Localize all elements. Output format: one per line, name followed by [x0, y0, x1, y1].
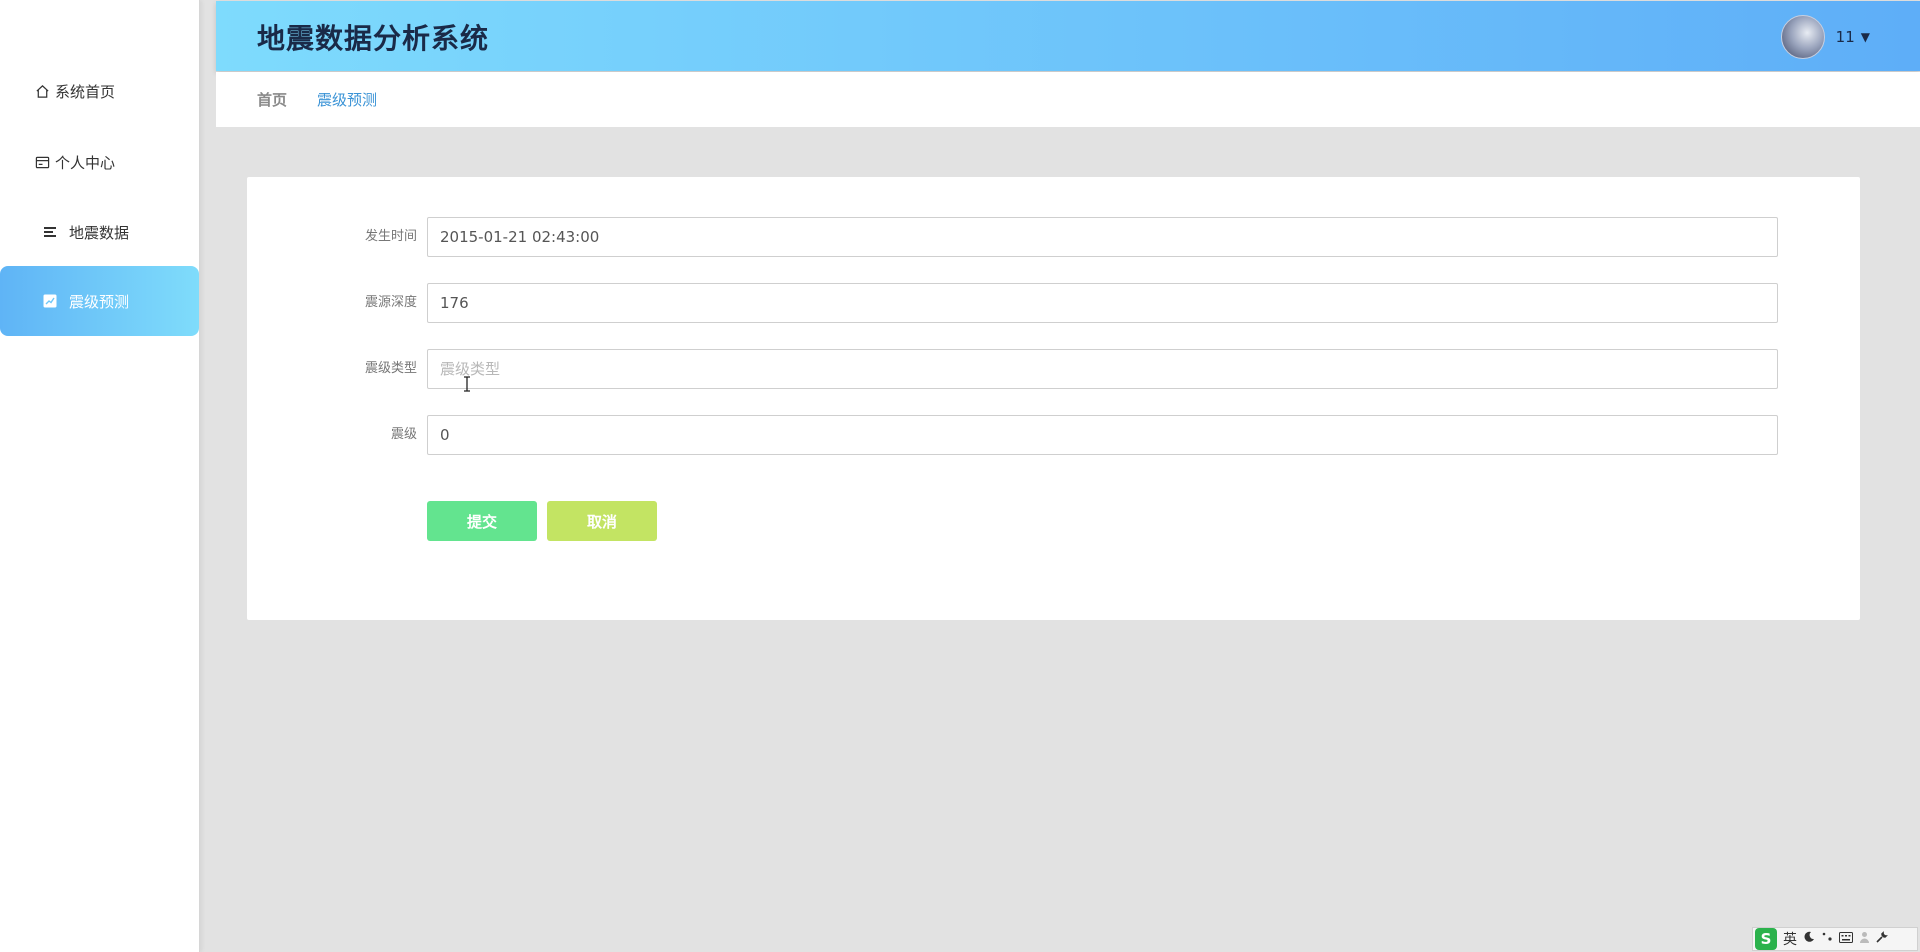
submit-button[interactable]: 提交 — [427, 501, 537, 541]
sidebar-item-label: 个人中心 — [55, 153, 116, 172]
user-name[interactable]: 11 — [1836, 28, 1855, 46]
sidebar-item-earthquake-data[interactable]: 地震数据 — [0, 197, 199, 267]
magnitude-label: 震级 — [390, 427, 417, 442]
moon-icon[interactable] — [1803, 931, 1815, 947]
ime-toolbar[interactable]: S 英 — [1752, 927, 1918, 951]
breadcrumb-home[interactable]: 首页 — [257, 89, 287, 110]
form-row-occurrence-time: 发生时间 — [247, 217, 1860, 257]
sidebar-item-magnitude-prediction[interactable]: 震级预测 — [0, 266, 199, 336]
sidebar-item-home[interactable]: 系统首页 — [0, 56, 199, 126]
prediction-form: 发生时间 震源深度 震级类型 震级 提交 取消 — [247, 177, 1860, 620]
sidebar-item-profile[interactable]: 个人中心 — [0, 127, 199, 197]
sidebar-item-label: 系统首页 — [55, 82, 116, 101]
top-header: 地震数据分析系统 11 ▼ — [216, 1, 1920, 71]
occurrence-time-input[interactable] — [427, 217, 1778, 257]
punctuation-icon[interactable] — [1821, 931, 1833, 947]
text-cursor-icon — [462, 376, 472, 392]
settings-wrench-icon[interactable] — [1876, 931, 1888, 947]
sidebar-item-label: 震级预测 — [69, 292, 130, 311]
user-icon[interactable] — [1859, 931, 1870, 947]
focal-depth-label: 震源深度 — [364, 295, 417, 310]
breadcrumb: 首页 震级预测 — [216, 72, 1920, 127]
sidebar: 系统首页 个人中心 地震数据 震级预测 — [0, 0, 200, 952]
keyboard-icon[interactable] — [1839, 931, 1853, 947]
home-icon — [33, 82, 51, 100]
ime-mode[interactable]: 英 — [1783, 929, 1797, 949]
ime-logo-icon[interactable]: S — [1755, 928, 1777, 950]
magnitude-type-input[interactable] — [427, 349, 1778, 389]
caret-down-icon[interactable]: ▼ — [1861, 30, 1870, 44]
app-title: 地震数据分析系统 — [257, 22, 490, 55]
form-row-magnitude-type: 震级类型 — [247, 349, 1860, 389]
user-menu[interactable]: 11 ▼ — [1780, 15, 1870, 59]
focal-depth-input[interactable] — [427, 283, 1778, 323]
magnitude-input[interactable] — [427, 415, 1778, 455]
list-icon — [41, 223, 59, 241]
cancel-button[interactable]: 取消 — [547, 501, 657, 541]
id-card-icon — [33, 153, 51, 171]
magnitude-type-label: 震级类型 — [364, 361, 417, 376]
sidebar-item-label: 地震数据 — [69, 223, 130, 242]
form-row-magnitude: 震级 — [247, 415, 1860, 455]
occurrence-time-label: 发生时间 — [364, 229, 417, 244]
chart-icon — [41, 292, 59, 310]
form-row-focal-depth: 震源深度 — [247, 283, 1860, 323]
avatar[interactable] — [1780, 15, 1825, 59]
breadcrumb-current: 震级预测 — [317, 91, 378, 109]
